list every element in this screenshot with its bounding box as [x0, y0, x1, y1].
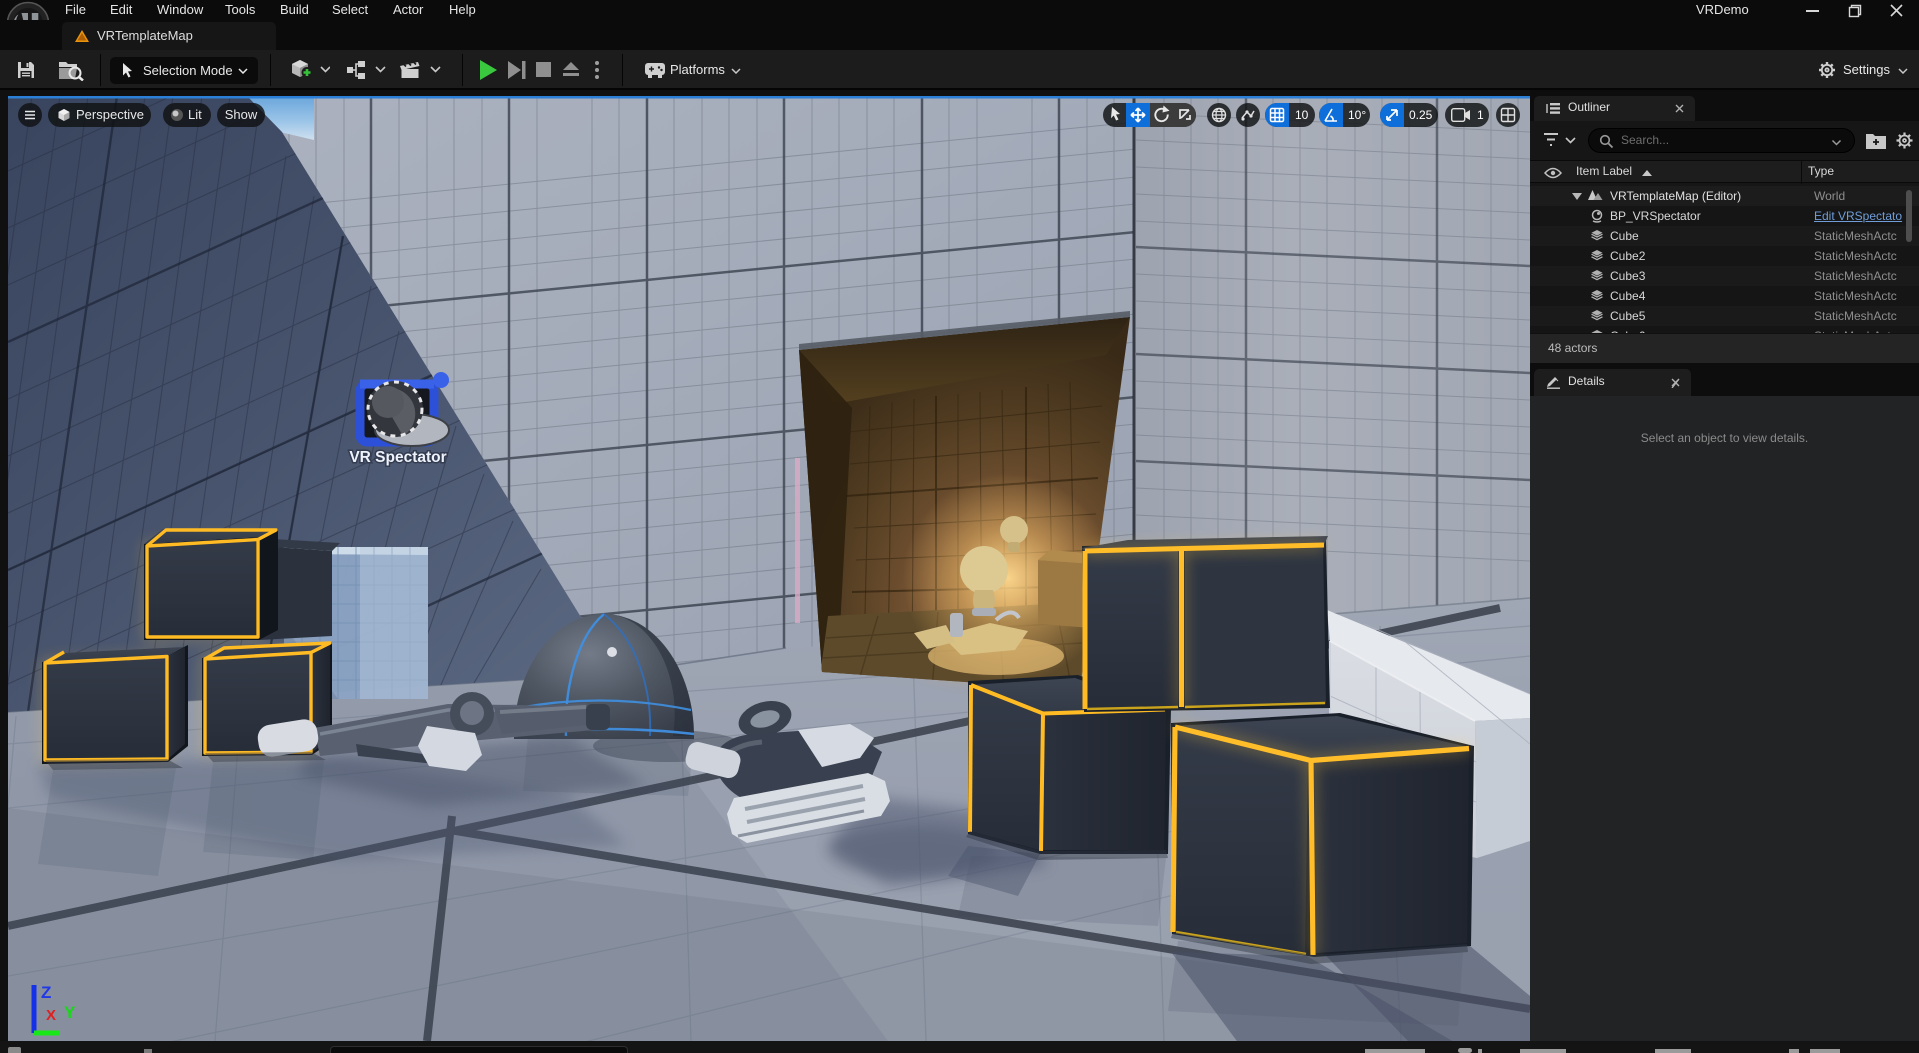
- svg-text:Z: Z: [41, 983, 51, 1002]
- svg-text:X: X: [46, 1007, 56, 1024]
- svg-text:Y: Y: [64, 1003, 76, 1022]
- svg-text:VR Spectator: VR Spectator: [349, 449, 446, 466]
